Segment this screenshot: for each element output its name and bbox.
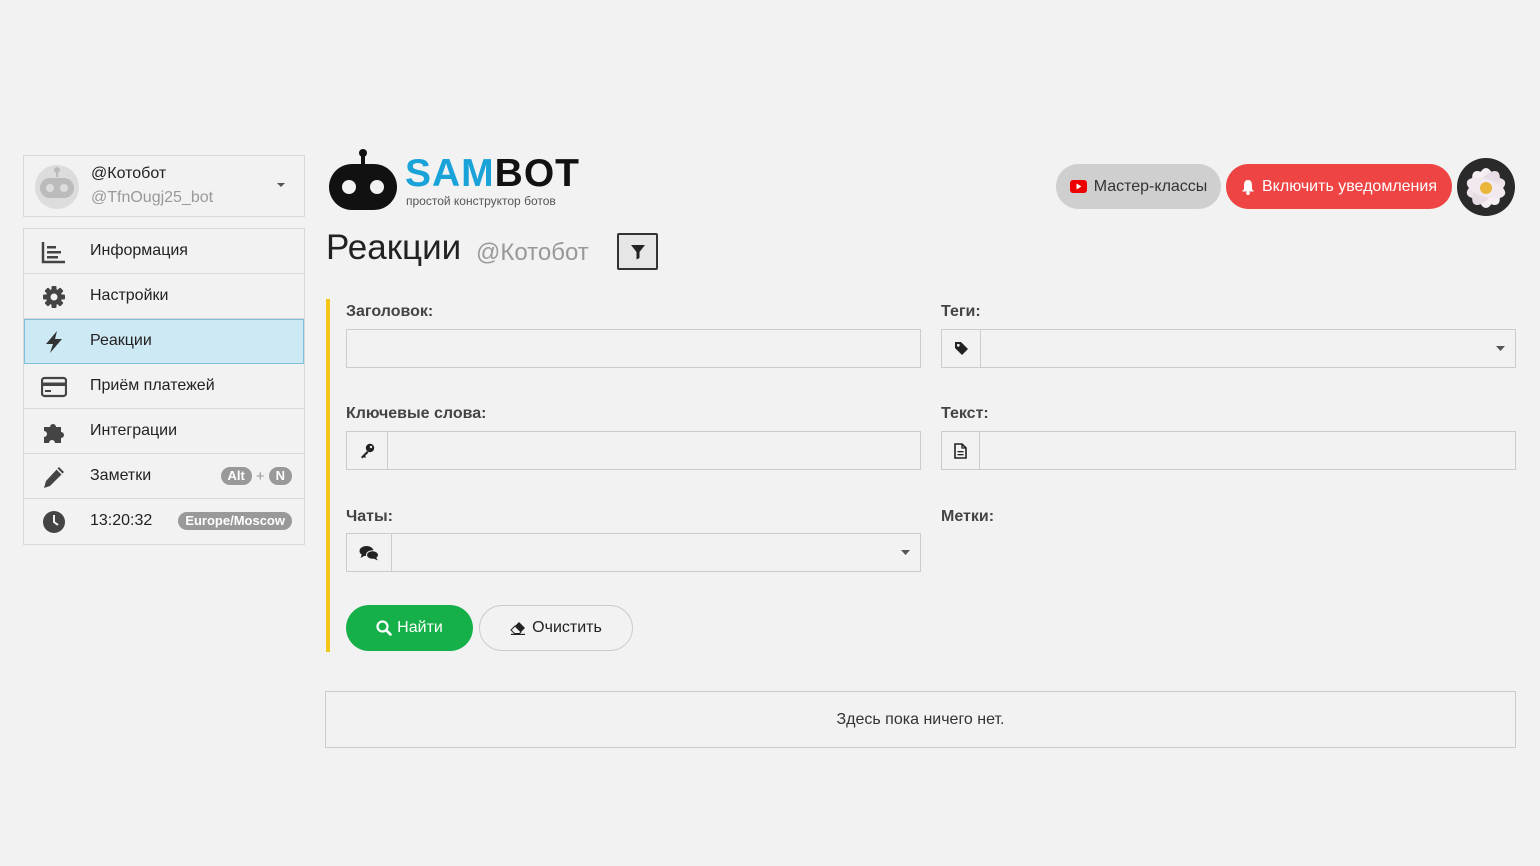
logo-wordmark: SAMBOT (405, 152, 580, 195)
sidebar-item-notes[interactable]: Заметки Alt + N (24, 454, 304, 499)
shortcut-key: Alt (220, 467, 252, 485)
tags-select[interactable] (941, 329, 1516, 368)
bot-selector[interactable]: @Котобот @TfnOugj25_bot (23, 155, 305, 217)
file-text-icon (954, 442, 967, 459)
keywords-label: Ключевые слова: (346, 405, 487, 422)
master-classes-label: Мастер-классы (1093, 177, 1208, 195)
sidebar-item-label: Приём платежей (90, 377, 215, 394)
form-accent-bar (326, 299, 330, 652)
pencil-icon (44, 467, 64, 488)
sidebar-item-label: Настройки (90, 287, 169, 304)
filter-icon (630, 244, 645, 259)
eraser-icon (510, 622, 526, 635)
gear-icon (43, 286, 65, 308)
chart-bar-icon (41, 242, 65, 264)
clock-time: 13:20:32 (90, 512, 153, 529)
sidebar-item-label: Заметки (90, 467, 152, 484)
bolt-icon (46, 331, 62, 353)
clear-label: Очистить (532, 619, 602, 636)
puzzle-icon (44, 424, 64, 443)
tag-addon (942, 330, 981, 367)
bot-username: @TfnOugj25_bot (91, 189, 214, 206)
enable-notifications-label: Включить уведомления (1262, 177, 1437, 195)
empty-message: Здесь пока ничего нет. (836, 710, 1005, 728)
youtube-icon (1069, 180, 1087, 193)
clock-icon (43, 511, 65, 533)
tags-label: Теги: (941, 303, 981, 320)
key-icon (361, 443, 375, 458)
chevron-down-icon (901, 550, 910, 555)
robot-avatar-icon (35, 165, 79, 209)
filter-toggle-button[interactable] (617, 233, 658, 270)
results-empty-state: Здесь пока ничего нет. (325, 691, 1516, 748)
shortcut-hint: Alt + N (220, 467, 292, 485)
robot-logo-icon (329, 149, 397, 210)
search-icon (376, 620, 392, 636)
tag-icon (954, 342, 968, 355)
bell-icon (1242, 179, 1254, 195)
master-classes-button[interactable]: Мастер-классы (1056, 164, 1221, 209)
sidebar-item-label: Интеграции (90, 422, 178, 439)
sidebar-item-settings[interactable]: Настройки (24, 274, 304, 319)
marks-label: Метки: (941, 508, 995, 525)
title-input[interactable] (346, 329, 921, 368)
user-avatar[interactable] (1457, 158, 1515, 216)
shortcut-key: N (268, 467, 292, 485)
title-label: Заголовок: (346, 303, 434, 320)
find-button[interactable]: Найти (346, 605, 473, 651)
page-title: Реакции (326, 228, 462, 267)
bot-name: @Котобот (91, 165, 167, 182)
sidebar-item-info[interactable]: Информация (24, 229, 304, 274)
clear-button[interactable]: Очистить (479, 605, 633, 651)
shortcut-plus: + (255, 467, 265, 485)
logo-tagline: простой конструктор ботов (406, 194, 556, 208)
chevron-down-icon (1496, 346, 1505, 351)
chevron-down-icon (277, 183, 285, 187)
key-addon (347, 432, 388, 469)
sidebar-item-payments[interactable]: Приём платежей (24, 364, 304, 409)
sidebar-item-clock: 13:20:32 Europe/Moscow (24, 499, 304, 544)
sidebar-item-label: Информация (90, 242, 188, 259)
enable-notifications-button[interactable]: Включить уведомления (1226, 164, 1452, 209)
chats-label: Чаты: (346, 508, 393, 525)
credit-card-icon (41, 376, 67, 398)
document-addon (942, 432, 980, 469)
text-field[interactable] (941, 431, 1516, 470)
text-label: Текст: (941, 405, 989, 422)
comments-icon (359, 545, 379, 560)
flower-avatar-image (1457, 158, 1515, 216)
keywords-field[interactable] (346, 431, 921, 470)
sambot-logo[interactable]: SAMBOT простой конструктор ботов (327, 148, 587, 214)
sidebar-item-integrations[interactable]: Интеграции (24, 409, 304, 454)
sidebar-item-reactions[interactable]: Реакции (24, 319, 304, 364)
find-label: Найти (397, 619, 443, 636)
chats-select[interactable] (346, 533, 921, 572)
timezone-badge: Europe/Moscow (178, 512, 292, 530)
chats-addon (347, 534, 392, 571)
sidebar-menu: Информация Настройки Реакции Приём плате… (23, 228, 305, 545)
page-subtitle: @Котобот (476, 239, 589, 266)
sidebar-item-label: Реакции (90, 332, 152, 349)
